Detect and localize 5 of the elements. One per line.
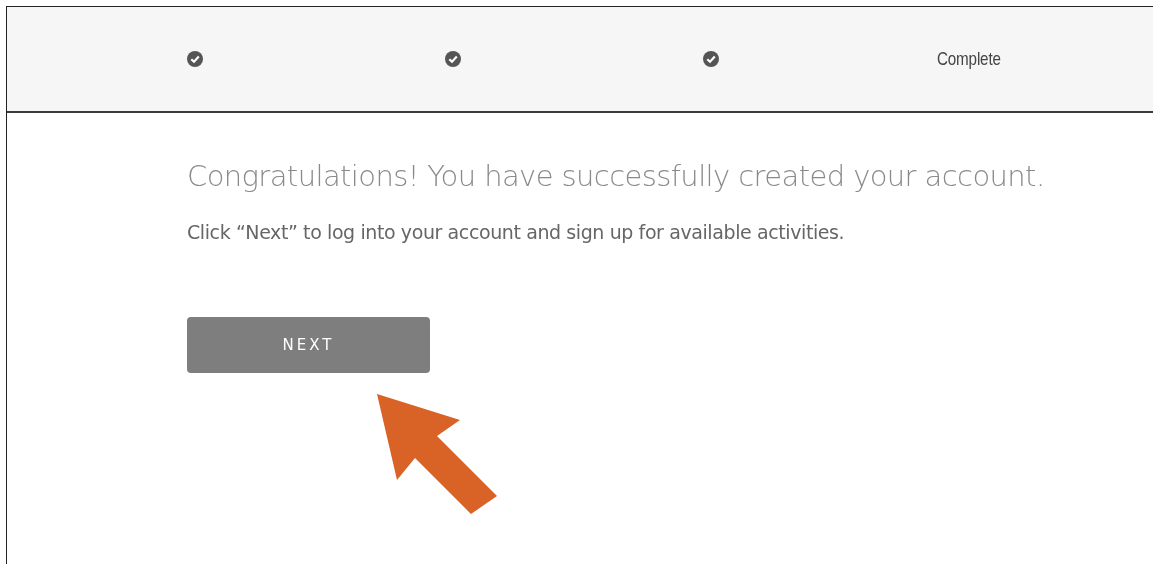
success-heading: Congratulations! You have successfully created your account. — [187, 159, 1046, 193]
next-button[interactable]: NEXT — [187, 317, 430, 373]
instruction-text: Click “Next” to log into your account and sign up for available activities. — [187, 221, 846, 243]
arrow-icon — [375, 392, 500, 517]
step-label: Complete — [937, 48, 1001, 70]
